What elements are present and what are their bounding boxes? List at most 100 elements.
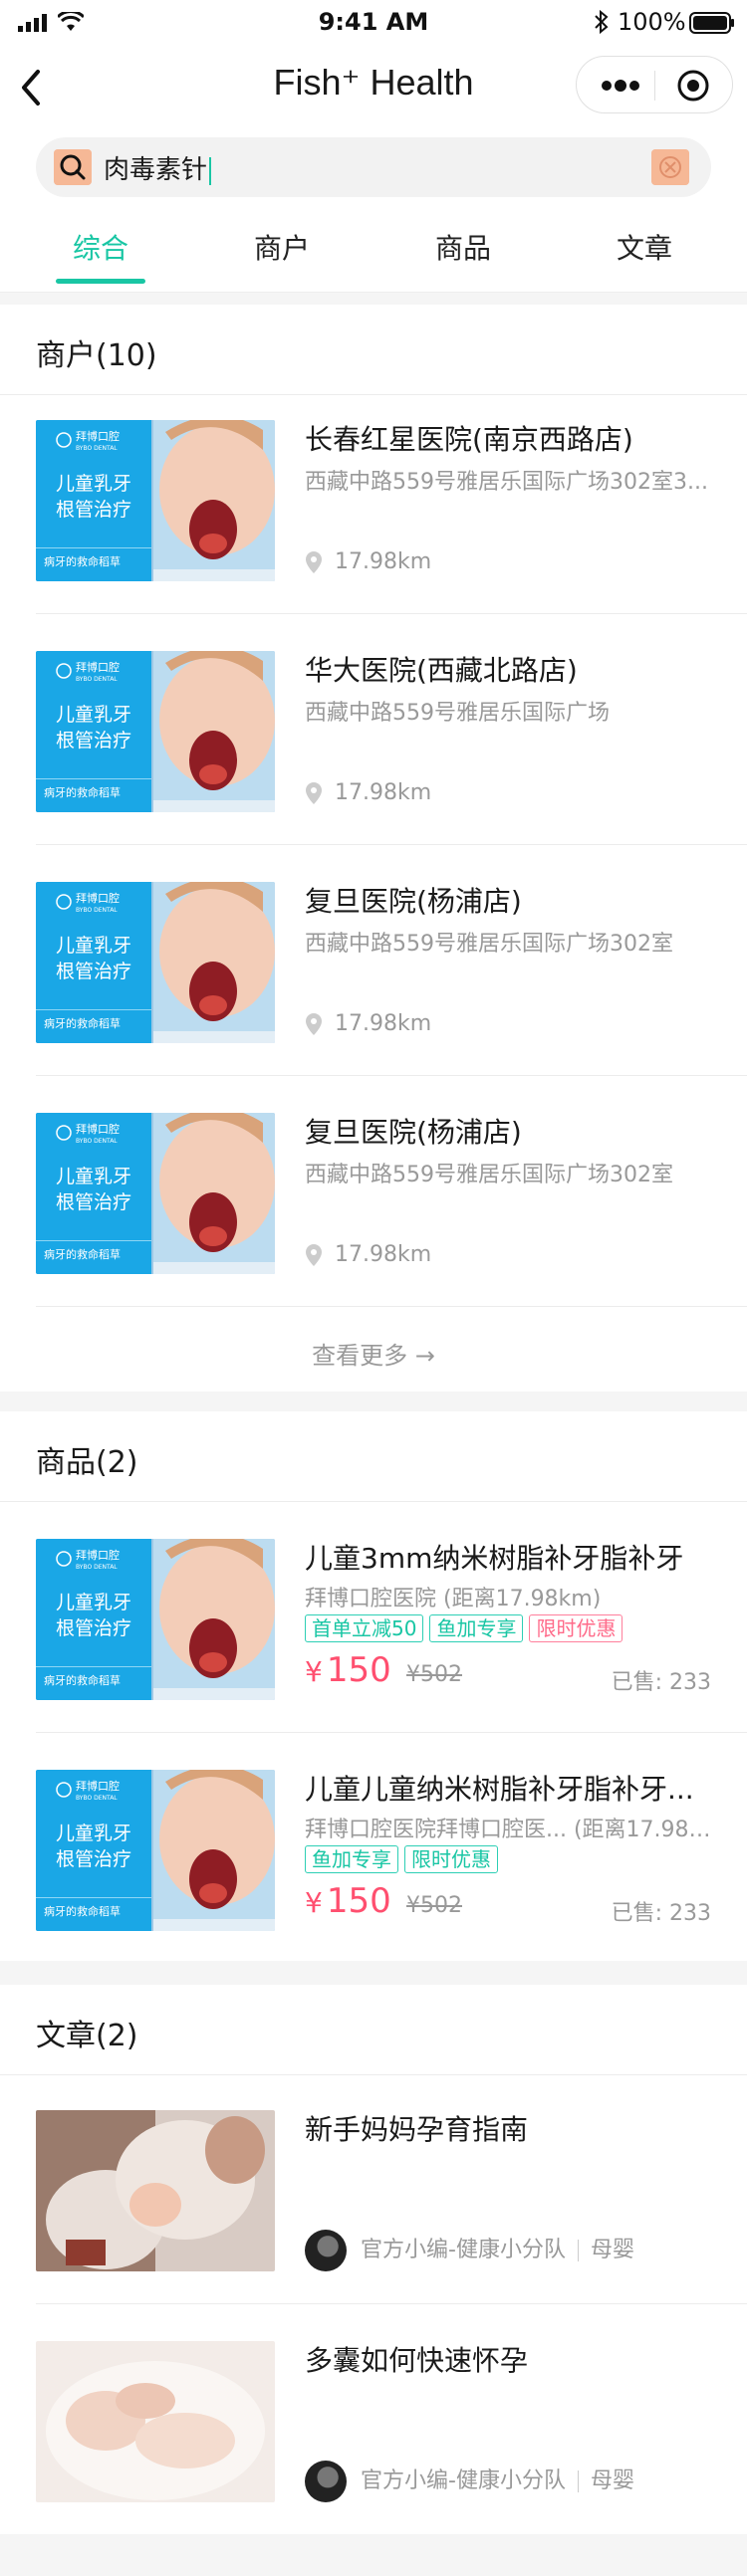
product-tags: 首单立减50 鱼加专享 限时优惠: [305, 1614, 628, 1642]
merchant-distance: 17.98km: [305, 780, 431, 805]
product-card[interactable]: 拜博口腔 BYBO DENTAL 儿童乳牙 根管治疗 病牙的救命稻草 儿童3mm…: [0, 1539, 747, 1700]
merchant-name: 华大医院(西藏北路店): [305, 654, 578, 687]
merchant-distance: 17.98km: [305, 1011, 431, 1036]
article-author: 官方小编-健康小分队 母婴: [305, 2230, 634, 2271]
svg-text:拜博口腔: 拜博口腔: [76, 1122, 120, 1136]
battery-percent: 100%: [618, 8, 686, 36]
merchant-card[interactable]: 拜博口腔 BYBO DENTAL 儿童乳牙 根管治疗 病牙的救命稻草 复旦医院(…: [0, 882, 747, 1043]
tab-articles[interactable]: 文章: [585, 227, 704, 267]
merchant-address: 西藏中路559号雅居乐国际广场: [305, 701, 610, 726]
view-more-link[interactable]: 查看更多 →: [0, 1336, 747, 1371]
svg-text:BYBO DENTAL: BYBO DENTAL: [76, 676, 118, 683]
result-tabs: 综合 商户 商品 文章: [0, 209, 747, 293]
svg-text:根管治疗: 根管治疗: [56, 1191, 131, 1213]
card-divider: [36, 1306, 747, 1307]
back-arrow-icon[interactable]: [18, 66, 44, 109]
promo-tag: 鱼加专享: [305, 1845, 398, 1873]
distance-text: 17.98km: [335, 780, 432, 805]
svg-text:BYBO DENTAL: BYBO DENTAL: [76, 1138, 118, 1145]
svg-text:儿童乳牙: 儿童乳牙: [56, 473, 131, 495]
section-divider: [0, 1501, 747, 1502]
merchants-section: 商户(10) 拜博口腔 BYBO DENTAL 儿童乳牙 根管治疗 病牙的救命稻…: [0, 305, 747, 1392]
location-pin-icon: [306, 551, 322, 573]
svg-text:BYBO DENTAL: BYBO DENTAL: [76, 1564, 118, 1571]
close-target-icon[interactable]: [676, 69, 710, 103]
product-price: ¥150: [305, 1881, 391, 1921]
article-author: 官方小编-健康小分队 母婴: [305, 2461, 634, 2502]
location-pin-icon: [306, 1244, 322, 1266]
svg-text:BYBO DENTAL: BYBO DENTAL: [76, 445, 118, 452]
card-divider: [36, 1732, 747, 1733]
promo-tag: 鱼加专享: [429, 1614, 524, 1642]
svg-text:病牙的救命稻草: 病牙的救命稻草: [44, 1016, 121, 1030]
svg-text:病牙的救命稻草: 病牙的救命稻草: [44, 785, 121, 799]
page-title: Fish⁺ Health: [273, 62, 474, 103]
search-bar-wrap: 肉毒素针: [0, 133, 747, 209]
article-thumbnail: [36, 2110, 275, 2271]
article-card[interactable]: 多囊如何快速怀孕 官方小编-健康小分队 母婴: [0, 2341, 747, 2502]
more-dots-icon[interactable]: [599, 73, 642, 99]
product-thumbnail: 拜博口腔 BYBO DENTAL 儿童乳牙 根管治疗 病牙的救命稻草: [36, 1539, 275, 1700]
svg-text:儿童乳牙: 儿童乳牙: [56, 1823, 131, 1844]
svg-text:儿童乳牙: 儿童乳牙: [56, 1592, 131, 1613]
svg-text:拜博口腔: 拜博口腔: [76, 1779, 120, 1793]
merchant-card[interactable]: 拜博口腔 BYBO DENTAL 儿童乳牙 根管治疗 病牙的救命稻草 华大医院(…: [0, 651, 747, 812]
sold-count: 已售: 233: [611, 1901, 711, 1926]
svg-text:BYBO DENTAL: BYBO DENTAL: [76, 907, 118, 914]
article-card[interactable]: 新手妈妈孕育指南 官方小编-健康小分队 母婴: [0, 2110, 747, 2271]
active-tab-indicator: [56, 279, 145, 284]
tab-all[interactable]: 综合: [41, 227, 160, 267]
merchant-thumbnail: 拜博口腔 BYBO DENTAL 儿童乳牙 根管治疗 病牙的救命稻草: [36, 1113, 275, 1274]
promo-tag: 首单立减50: [305, 1614, 424, 1642]
merchant-thumbnail: 拜博口腔 BYBO DENTAL 儿童乳牙 根管治疗 病牙的救命稻草: [36, 420, 275, 581]
tab-merchants[interactable]: 商户: [222, 227, 342, 267]
svg-text:拜博口腔: 拜博口腔: [76, 891, 120, 905]
products-section: 商品(2) 拜博口腔 BYBO DENTAL 儿童乳牙 根管治疗 病牙的救命稻草…: [0, 1411, 747, 1961]
section-title-merchants: 商户(10): [36, 338, 157, 373]
product-shop: 拜博口腔医院拜博口腔医... (距离17.98km): [305, 1818, 723, 1842]
search-input[interactable]: 肉毒素针: [36, 137, 711, 197]
product-thumbnail: 拜博口腔 BYBO DENTAL 儿童乳牙 根管治疗 病牙的救命稻草: [36, 1770, 275, 1931]
original-price: ¥502: [406, 1893, 462, 1918]
card-divider: [36, 1075, 747, 1076]
original-price: ¥502: [406, 1662, 462, 1687]
articles-section: 文章(2) 新手妈妈孕育指南 官方小编-健康小分队 母婴 多囊如何快速怀孕 官方…: [0, 1985, 747, 2534]
svg-text:根管治疗: 根管治疗: [56, 730, 131, 751]
capsule-divider: [654, 71, 655, 101]
distance-text: 17.98km: [335, 549, 432, 574]
svg-text:病牙的救命稻草: 病牙的救命稻草: [44, 1904, 121, 1918]
card-divider: [36, 844, 747, 845]
svg-text:根管治疗: 根管治疗: [56, 1848, 131, 1870]
tab-products[interactable]: 商品: [403, 227, 523, 267]
svg-text:拜博口腔: 拜博口腔: [76, 660, 120, 674]
battery-icon: [689, 12, 734, 34]
search-icon: [54, 149, 92, 185]
svg-text:病牙的救命稻草: 病牙的救命稻草: [44, 1247, 121, 1261]
distance-text: 17.98km: [335, 1011, 432, 1036]
meta-divider: [577, 2240, 579, 2261]
merchant-thumbnail: 拜博口腔 BYBO DENTAL 儿童乳牙 根管治疗 病牙的救命稻草: [36, 882, 275, 1043]
merchant-address: 西藏中路559号雅居乐国际广场302室3...: [305, 470, 708, 495]
article-thumbnail: [36, 2341, 275, 2502]
article-title: 多囊如何快速怀孕: [305, 2344, 529, 2377]
merchant-thumbnail: 拜博口腔 BYBO DENTAL 儿童乳牙 根管治疗 病牙的救命稻草: [36, 651, 275, 812]
clear-icon[interactable]: [651, 149, 689, 185]
svg-text:根管治疗: 根管治疗: [56, 1617, 131, 1639]
merchant-card[interactable]: 拜博口腔 BYBO DENTAL 儿童乳牙 根管治疗 病牙的救命稻草 复旦医院(…: [0, 1113, 747, 1274]
avatar: [305, 2230, 347, 2271]
search-query-text: 肉毒素针: [104, 155, 208, 185]
product-name: 儿童儿童纳米树脂补牙脂补牙...: [305, 1773, 694, 1806]
product-shop: 拜博口腔医院 (距离17.98km): [305, 1587, 602, 1611]
svg-text:儿童乳牙: 儿童乳牙: [56, 935, 131, 957]
article-category: 母婴: [590, 2238, 634, 2262]
search-results-page: 9:41 AM 100% Fish⁺ Health 肉毒素针 综合 商户 商品 …: [0, 0, 747, 2576]
article-title: 新手妈妈孕育指南: [305, 2113, 529, 2146]
thumb-brand: 拜博口腔: [76, 429, 120, 443]
distance-text: 17.98km: [335, 1242, 432, 1267]
location-pin-icon: [306, 1013, 322, 1035]
merchant-card[interactable]: 拜博口腔 BYBO DENTAL 儿童乳牙 根管治疗 病牙的救命稻草 长春红星医…: [0, 420, 747, 581]
section-divider: [0, 394, 747, 395]
product-card[interactable]: 拜博口腔 BYBO DENTAL 儿童乳牙 根管治疗 病牙的救命稻草 儿童儿童纳…: [0, 1770, 747, 1931]
mini-program-capsule: [576, 56, 733, 113]
merchant-name: 复旦医院(杨浦店): [305, 1116, 522, 1149]
